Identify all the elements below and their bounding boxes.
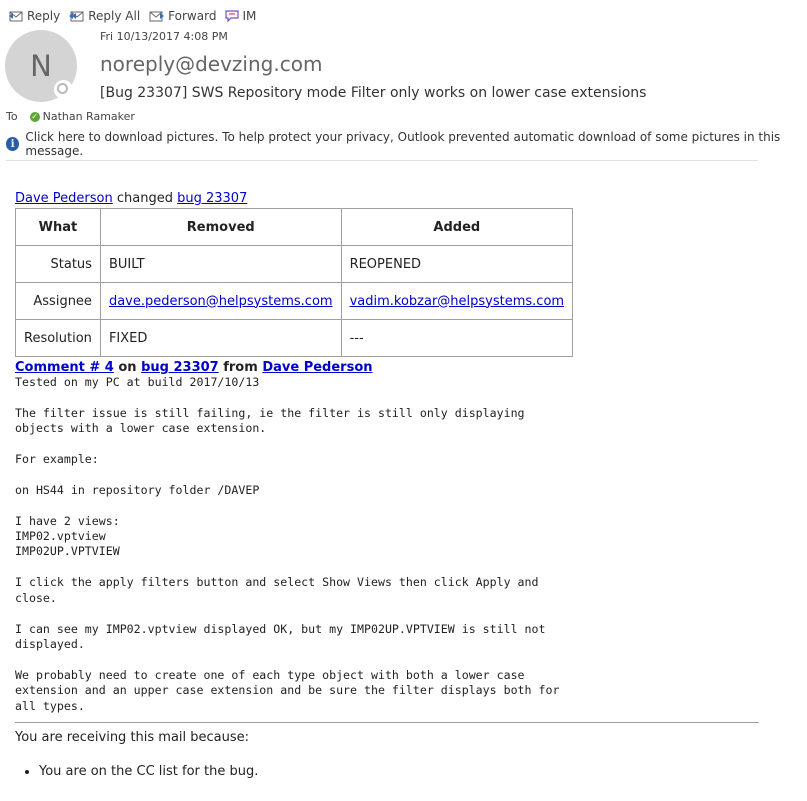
comment-header: Comment # 4 on bug 23307 from Dave Peder… — [15, 360, 775, 375]
removed-cell: FIXED — [99, 319, 342, 357]
what-cell: Assignee — [15, 282, 101, 320]
added-cell: vadim.kobzar@helpsystems.com — [340, 282, 574, 320]
table-row: Status BUILT REOPENED — [15, 245, 574, 283]
footer-divider — [15, 721, 759, 723]
available-status-icon: ✓ — [29, 111, 40, 122]
sender-address[interactable]: noreply@devzing.com — [100, 52, 322, 76]
reply-all-button[interactable]: Reply All — [69, 9, 140, 23]
column-header-what: What — [15, 208, 101, 246]
changed-text: changed — [112, 191, 178, 206]
reply-all-label: Reply All — [88, 9, 141, 23]
comment-author-link[interactable]: Dave Pederson — [262, 360, 372, 375]
comment-bug-link[interactable]: bug 23307 — [141, 360, 219, 375]
infobar-text: Click here to download pictures. To help… — [25, 130, 781, 158]
forward-icon — [149, 11, 165, 22]
reply-label: Reply — [27, 9, 61, 23]
header-divider — [6, 160, 758, 161]
added-cell: REOPENED — [340, 245, 574, 283]
message-toolbar: Reply Reply All Forward IM — [8, 7, 265, 25]
reply-all-icon — [69, 11, 84, 22]
im-label: IM — [242, 9, 257, 23]
comment-from-text: from — [218, 360, 263, 375]
removed-email-link[interactable]: dave.pederson@helpsystems.com — [109, 294, 333, 309]
recipient-name[interactable]: Nathan Ramaker — [43, 110, 135, 123]
removed-cell: dave.pederson@helpsystems.com — [99, 282, 342, 320]
instant-message-icon — [225, 10, 240, 23]
table-header-row: What Removed Added — [15, 208, 574, 246]
added-email-link[interactable]: vadim.kobzar@helpsystems.com — [350, 294, 565, 309]
removed-cell: BUILT — [99, 245, 342, 283]
forward-label: Forward — [168, 9, 217, 23]
what-cell: Status — [15, 245, 101, 283]
author-link[interactable]: Dave Pederson — [15, 191, 113, 206]
added-cell: --- — [340, 319, 574, 357]
info-icon: i — [6, 137, 20, 151]
reasons-list: You are on the CC list for the bug. — [15, 764, 775, 779]
changes-table: What Removed Added Status BUILT REOPENED… — [15, 208, 574, 357]
presence-status-icon — [54, 80, 73, 99]
bug-link[interactable]: bug 23307 — [177, 191, 247, 206]
message-body: Dave Pederson changed bug 23307 What Rem… — [15, 191, 775, 779]
change-summary: Dave Pederson changed bug 23307 — [15, 191, 775, 206]
message-date: Fri 10/13/2017 4:08 PM — [100, 30, 228, 43]
comment-link[interactable]: Comment # 4 — [15, 360, 114, 375]
to-label: To — [6, 110, 18, 123]
column-header-removed: Removed — [99, 208, 342, 246]
list-item: You are on the CC list for the bug. — [39, 764, 775, 779]
reason-intro: You are receiving this mail because: — [15, 729, 250, 745]
download-pictures-infobar[interactable]: i Click here to download pictures. To he… — [6, 130, 807, 158]
im-button[interactable]: IM — [225, 9, 256, 23]
column-header-added: Added — [340, 208, 574, 246]
reply-icon — [9, 11, 23, 22]
forward-button[interactable]: Forward — [149, 9, 216, 23]
recipients-row: To ✓ Nathan Ramaker — [6, 110, 135, 123]
message-subject: [Bug 23307] SWS Repository mode Filter o… — [100, 85, 647, 101]
reply-button[interactable]: Reply — [8, 9, 60, 23]
table-row: Resolution FIXED --- — [15, 319, 574, 357]
table-row: Assignee dave.pederson@helpsystems.com v… — [15, 282, 574, 320]
comment-on-text: on — [113, 360, 142, 375]
comment-body: Tested on my PC at build 2017/10/13 The … — [15, 375, 560, 713]
what-cell: Resolution — [15, 319, 101, 357]
avatar-initial: N — [30, 49, 52, 83]
